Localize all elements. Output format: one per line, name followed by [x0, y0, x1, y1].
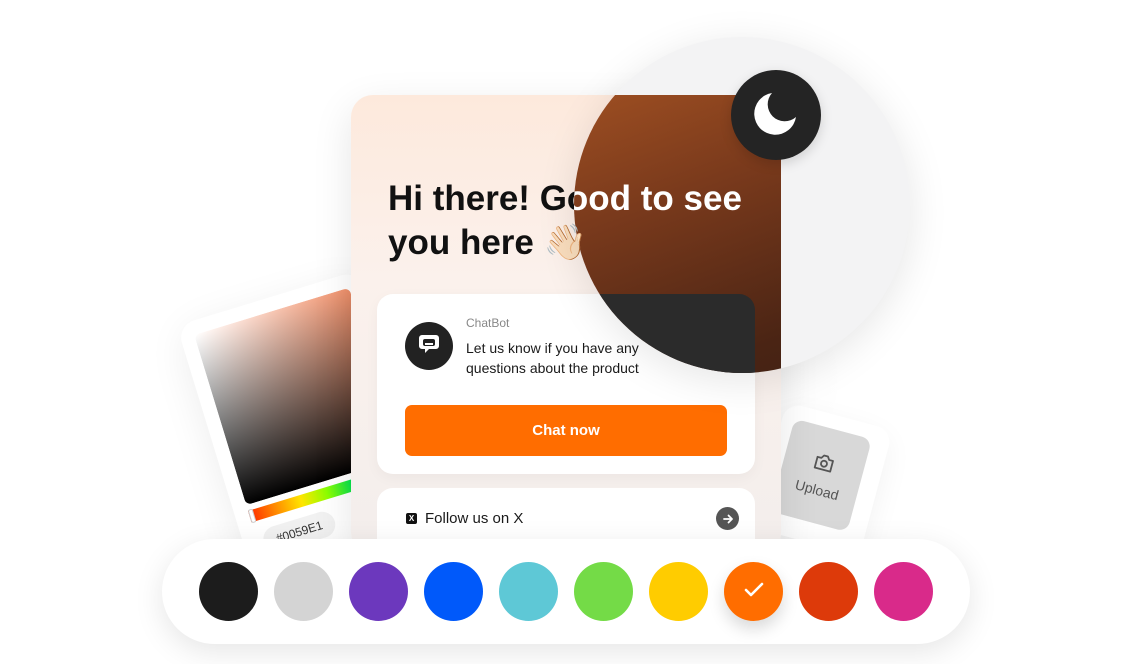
upload-button[interactable]: Upload: [769, 418, 872, 533]
swatch-orange[interactable]: [724, 562, 783, 621]
swatch-cyan[interactable]: [499, 562, 558, 621]
swatch-red-orange[interactable]: [799, 562, 858, 621]
dark-chat-card: Let us know if you have any questions ab…: [574, 294, 755, 373]
color-swatch-bar: [162, 539, 970, 644]
chat-now-button[interactable]: Chat now: [405, 405, 727, 456]
swatch-purple[interactable]: [349, 562, 408, 621]
check-icon: [743, 581, 765, 602]
stage: #0059E1 Hex Upload Hi there! Good to see…: [0, 0, 1132, 664]
follow-label: Follow us on X: [425, 510, 524, 527]
swatch-black[interactable]: [199, 562, 258, 621]
x-logo-icon: X: [406, 513, 417, 524]
dark-mode-toggle[interactable]: [731, 70, 821, 160]
chat-bubble-icon: [416, 331, 442, 362]
swatch-blue[interactable]: [424, 562, 483, 621]
swatch-light-gray[interactable]: [274, 562, 333, 621]
camera-icon: [811, 451, 836, 478]
dark-chatbot-message: Let us know if you have any questions ab…: [574, 340, 639, 373]
chatbot-avatar: [405, 322, 453, 370]
upload-label: Upload: [793, 475, 841, 503]
swatch-green[interactable]: [574, 562, 633, 621]
dark-widget-title: Hi there! Good to see you here 👋🏻: [574, 179, 742, 262]
chatbot-name: ChatBot: [466, 316, 510, 330]
moon-icon: [751, 88, 801, 143]
swatch-magenta[interactable]: [874, 562, 933, 621]
swatch-yellow[interactable]: [649, 562, 708, 621]
arrow-right-icon[interactable]: [716, 507, 739, 530]
